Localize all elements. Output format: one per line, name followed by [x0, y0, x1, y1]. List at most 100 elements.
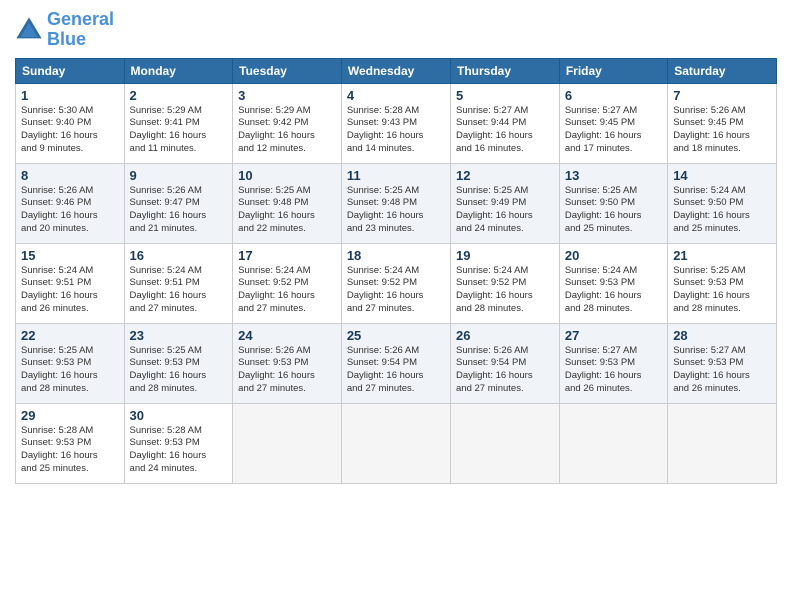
- calendar-cell: 10Sunrise: 5:25 AM Sunset: 9:48 PM Dayli…: [233, 163, 342, 243]
- calendar-cell: 1 Sunrise: 5:30 AM Sunset: 9:40 PM Daylig…: [16, 83, 125, 163]
- header: General Blue: [15, 10, 777, 50]
- calendar-cell: 3 Sunrise: 5:29 AM Sunset: 9:42 PM Daylig…: [233, 83, 342, 163]
- calendar-cell: 17 Sunrise: 5:24 AM Sunset: 9:52 PM Dayli…: [233, 243, 342, 323]
- day-info: Sunrise: 5:24 AM Sunset: 9:51 PM Dayligh…: [21, 265, 119, 316]
- calendar-cell: 25 Sunrise: 5:26 AM Sunset: 9:54 PM Dayli…: [341, 323, 450, 403]
- day-number: 23: [130, 328, 228, 343]
- calendar-cell: 5 Sunrise: 5:27 AM Sunset: 9:44 PM Daylig…: [451, 83, 560, 163]
- day-number: 21: [673, 248, 771, 263]
- calendar-cell: 23 Sunrise: 5:25 AM Sunset: 9:53 PM Dayli…: [124, 323, 233, 403]
- day-number: 5: [456, 88, 554, 103]
- day-info: Sunrise: 5:27 AM Sunset: 9:45 PM Dayligh…: [565, 105, 662, 156]
- day-info: Sunrise: 5:29 AM Sunset: 9:41 PM Dayligh…: [130, 105, 228, 156]
- calendar-cell: 24 Sunrise: 5:26 AM Sunset: 9:53 PM Dayli…: [233, 323, 342, 403]
- day-number: 20: [565, 248, 662, 263]
- day-number: 10: [238, 168, 336, 183]
- calendar-table: SundayMondayTuesdayWednesdayThursdayFrid…: [15, 58, 777, 484]
- day-number: 28: [673, 328, 771, 343]
- day-info: Sunrise: 5:26 AM Sunset: 9:54 PM Dayligh…: [347, 345, 445, 396]
- day-number: 12: [456, 168, 554, 183]
- day-number: 30: [130, 408, 228, 423]
- calendar-cell: 13Sunrise: 5:25 AM Sunset: 9:50 PM Dayli…: [559, 163, 667, 243]
- col-header-tuesday: Tuesday: [233, 58, 342, 83]
- day-info: Sunrise: 5:25 AM Sunset: 9:49 PM Dayligh…: [456, 185, 554, 236]
- calendar-cell: 21 Sunrise: 5:25 AM Sunset: 9:53 PM Dayli…: [668, 243, 777, 323]
- day-info: Sunrise: 5:28 AM Sunset: 9:53 PM Dayligh…: [130, 425, 228, 476]
- col-header-friday: Friday: [559, 58, 667, 83]
- day-number: 29: [21, 408, 119, 423]
- calendar-cell: 4 Sunrise: 5:28 AM Sunset: 9:43 PM Daylig…: [341, 83, 450, 163]
- day-number: 19: [456, 248, 554, 263]
- calendar-cell: 14 Sunrise: 5:24 AM Sunset: 9:50 PM Dayli…: [668, 163, 777, 243]
- day-info: Sunrise: 5:27 AM Sunset: 9:53 PM Dayligh…: [673, 345, 771, 396]
- day-number: 17: [238, 248, 336, 263]
- calendar-cell: 12 Sunrise: 5:25 AM Sunset: 9:49 PM Dayli…: [451, 163, 560, 243]
- day-info: Sunrise: 5:30 AM Sunset: 9:40 PM Dayligh…: [21, 105, 119, 156]
- day-number: 14: [673, 168, 771, 183]
- logo-icon: [15, 16, 43, 44]
- col-header-thursday: Thursday: [451, 58, 560, 83]
- day-info: Sunrise: 5:26 AM Sunset: 9:54 PM Dayligh…: [456, 345, 554, 396]
- calendar-cell: [233, 403, 342, 483]
- day-info: Sunrise: 5:25 AM Sunset: 9:48 PM Dayligh…: [347, 185, 445, 236]
- day-info: Sunrise: 5:26 AM Sunset: 9:53 PM Dayligh…: [238, 345, 336, 396]
- day-info: Sunrise: 5:25 AM Sunset: 9:53 PM Dayligh…: [673, 265, 771, 316]
- day-info: Sunrise: 5:28 AM Sunset: 9:53 PM Dayligh…: [21, 425, 119, 476]
- day-number: 4: [347, 88, 445, 103]
- day-number: 8: [21, 168, 119, 183]
- calendar-cell: 20 Sunrise: 5:24 AM Sunset: 9:53 PM Dayli…: [559, 243, 667, 323]
- day-number: 11: [347, 168, 445, 183]
- day-number: 25: [347, 328, 445, 343]
- calendar-cell: 19 Sunrise: 5:24 AM Sunset: 9:52 PM Dayli…: [451, 243, 560, 323]
- logo-text: General Blue: [47, 10, 114, 50]
- calendar-cell: [341, 403, 450, 483]
- day-info: Sunrise: 5:26 AM Sunset: 9:47 PM Dayligh…: [130, 185, 228, 236]
- day-info: Sunrise: 5:27 AM Sunset: 9:44 PM Dayligh…: [456, 105, 554, 156]
- day-info: Sunrise: 5:24 AM Sunset: 9:53 PM Dayligh…: [565, 265, 662, 316]
- day-info: Sunrise: 5:25 AM Sunset: 9:53 PM Dayligh…: [130, 345, 228, 396]
- calendar-cell: [559, 403, 667, 483]
- day-info: Sunrise: 5:24 AM Sunset: 9:52 PM Dayligh…: [238, 265, 336, 316]
- calendar-cell: 30 Sunrise: 5:28 AM Sunset: 9:53 PM Dayli…: [124, 403, 233, 483]
- day-number: 9: [130, 168, 228, 183]
- calendar-cell: 8 Sunrise: 5:26 AM Sunset: 9:46 PM Daylig…: [16, 163, 125, 243]
- day-number: 2: [130, 88, 228, 103]
- day-number: 6: [565, 88, 662, 103]
- calendar-cell: [451, 403, 560, 483]
- calendar-cell: [668, 403, 777, 483]
- day-number: 15: [21, 248, 119, 263]
- calendar-cell: 9 Sunrise: 5:26 AM Sunset: 9:47 PM Daylig…: [124, 163, 233, 243]
- day-info: Sunrise: 5:24 AM Sunset: 9:51 PM Dayligh…: [130, 265, 228, 316]
- calendar-cell: 6 Sunrise: 5:27 AM Sunset: 9:45 PM Daylig…: [559, 83, 667, 163]
- calendar-cell: 22 Sunrise: 5:25 AM Sunset: 9:53 PM Dayli…: [16, 323, 125, 403]
- col-header-saturday: Saturday: [668, 58, 777, 83]
- calendar-cell: 2 Sunrise: 5:29 AM Sunset: 9:41 PM Daylig…: [124, 83, 233, 163]
- day-number: 24: [238, 328, 336, 343]
- day-info: Sunrise: 5:28 AM Sunset: 9:43 PM Dayligh…: [347, 105, 445, 156]
- day-number: 1: [21, 88, 119, 103]
- day-number: 13: [565, 168, 662, 183]
- calendar-cell: 15 Sunrise: 5:24 AM Sunset: 9:51 PM Dayli…: [16, 243, 125, 323]
- day-number: 22: [21, 328, 119, 343]
- calendar-cell: 16 Sunrise: 5:24 AM Sunset: 9:51 PM Dayli…: [124, 243, 233, 323]
- day-number: 3: [238, 88, 336, 103]
- day-info: Sunrise: 5:24 AM Sunset: 9:52 PM Dayligh…: [456, 265, 554, 316]
- main-container: General Blue SundayMondayTuesdayWednesda…: [0, 0, 792, 494]
- day-number: 7: [673, 88, 771, 103]
- day-info: Sunrise: 5:24 AM Sunset: 9:50 PM Dayligh…: [673, 185, 771, 236]
- day-number: 18: [347, 248, 445, 263]
- day-number: 26: [456, 328, 554, 343]
- day-info: Sunrise: 5:25 AM Sunset: 9:53 PM Dayligh…: [21, 345, 119, 396]
- day-number: 27: [565, 328, 662, 343]
- calendar-cell: 29 Sunrise: 5:28 AM Sunset: 9:53 PM Dayli…: [16, 403, 125, 483]
- calendar-cell: 18Sunrise: 5:24 AM Sunset: 9:52 PM Dayli…: [341, 243, 450, 323]
- calendar-cell: 7Sunrise: 5:26 AM Sunset: 9:45 PM Daylig…: [668, 83, 777, 163]
- day-info: Sunrise: 5:26 AM Sunset: 9:46 PM Dayligh…: [21, 185, 119, 236]
- col-header-wednesday: Wednesday: [341, 58, 450, 83]
- col-header-monday: Monday: [124, 58, 233, 83]
- col-header-sunday: Sunday: [16, 58, 125, 83]
- calendar-cell: 11 Sunrise: 5:25 AM Sunset: 9:48 PM Dayli…: [341, 163, 450, 243]
- day-number: 16: [130, 248, 228, 263]
- calendar-cell: 28 Sunrise: 5:27 AM Sunset: 9:53 PM Dayli…: [668, 323, 777, 403]
- day-info: Sunrise: 5:29 AM Sunset: 9:42 PM Dayligh…: [238, 105, 336, 156]
